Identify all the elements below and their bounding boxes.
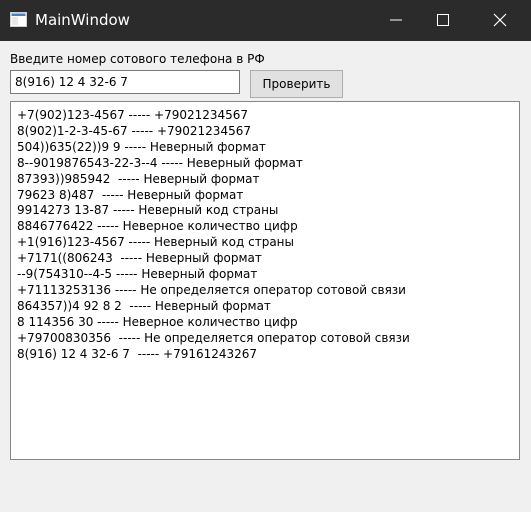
close-button[interactable] <box>478 0 524 41</box>
minimize-button[interactable] <box>374 0 420 41</box>
phone-number-input[interactable] <box>10 70 240 94</box>
close-icon <box>493 13 507 27</box>
result-line: 9914273 13-87 ----- Неверный код страны <box>17 203 279 218</box>
results-text-area[interactable]: +7(902)123-4567 ----- +79021234567 8(902)… <box>10 101 520 460</box>
minimize-icon <box>390 19 402 21</box>
check-button[interactable]: Проверить <box>250 70 343 98</box>
result-line: 8(916) 12 4 32-6 7 ----- +79161243267 <box>17 346 258 361</box>
phone-prompt-label: Введите номер сотового телефона в РФ <box>10 52 265 66</box>
result-line: 8(902)1-2-3-45-67 ----- +79021234567 <box>17 123 251 138</box>
result-line: 8 114356 30 ----- Неверное количество ци… <box>17 314 298 329</box>
maximize-button[interactable] <box>421 0 467 41</box>
result-line: 864357))4 92 8 2 ----- Неверный формат <box>17 298 271 313</box>
result-line: --9(754310--4-5 ----- Неверный формат <box>17 267 258 282</box>
result-line: +79700830356 ----- Не определяется опера… <box>17 330 410 345</box>
result-line: 87393))985942 ----- Неверный формат <box>17 171 260 186</box>
result-line: +7(902)123-4567 ----- +79021234567 <box>17 108 249 122</box>
app-window-icon <box>10 12 27 27</box>
maximize-icon <box>437 14 449 26</box>
result-line: +7171((806243 ----- Неверный формат <box>17 251 262 266</box>
result-line: +71113253136 ----- Не определяется опера… <box>17 282 406 297</box>
title-bar[interactable]: MainWindow <box>0 0 531 41</box>
window-title: MainWindow <box>35 11 130 29</box>
result-line: 8--9019876543-22-3--4 ----- Неверный фор… <box>17 155 303 170</box>
result-line: 8846776422 ----- Неверное количество циф… <box>17 219 298 234</box>
result-line: 504))635(22))9 9 ----- Неверный формат <box>17 139 266 154</box>
result-line: +1(916)123-4567 ----- Неверный код стран… <box>17 235 295 250</box>
result-line: 79623 8)487 ----- Неверный формат <box>17 187 244 202</box>
